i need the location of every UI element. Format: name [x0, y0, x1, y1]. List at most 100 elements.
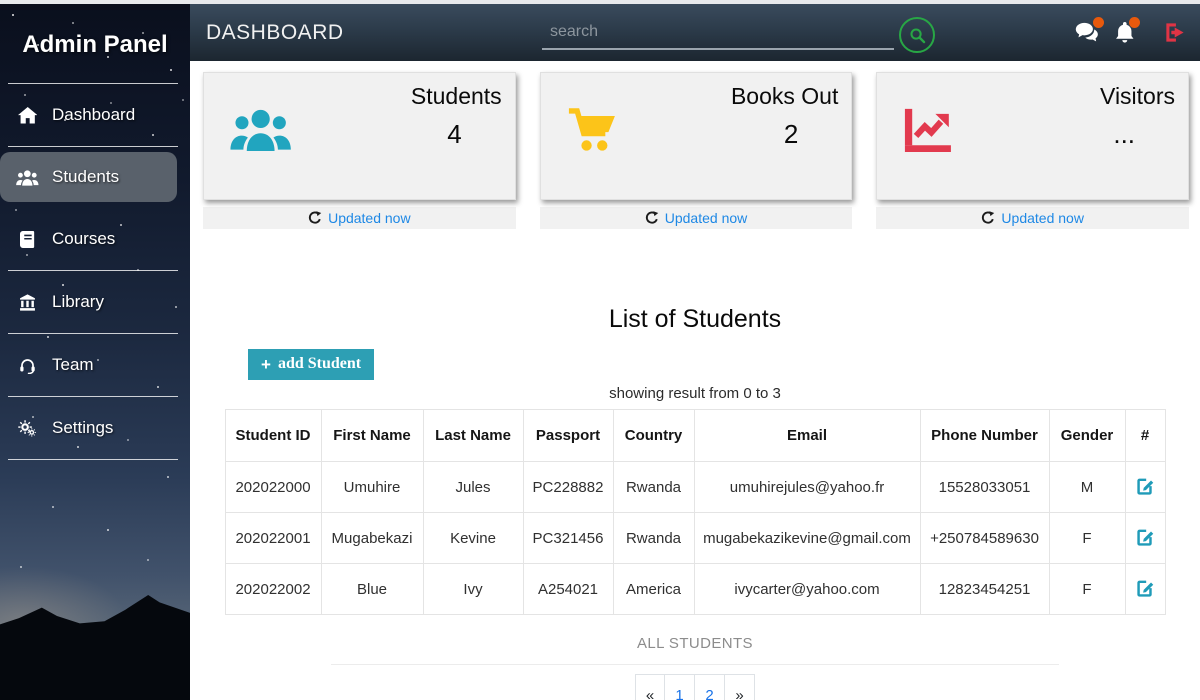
column-header: Phone Number [920, 410, 1049, 462]
table-cell: M [1049, 462, 1125, 513]
sidebar-item-courses[interactable]: Courses [0, 208, 190, 270]
column-header: Country [613, 410, 694, 462]
all-students-label: ALL STUDENTS [190, 635, 1200, 652]
card-title: Books Out [541, 73, 852, 110]
divider [8, 146, 178, 147]
sidebar-item-team[interactable]: Team [0, 334, 190, 396]
column-header: Student ID [225, 410, 321, 462]
sidebar-item-library[interactable]: Library [0, 271, 190, 333]
book-icon [15, 231, 40, 248]
students-table: Student IDFirst NameLast NamePassportCou… [225, 409, 1166, 615]
table-cell: PC228882 [523, 462, 613, 513]
search-icon [909, 27, 926, 44]
admin-app: Admin Panel Dashboard Students Courses Libr… [0, 4, 1200, 700]
logout-button[interactable] [1163, 21, 1186, 44]
page-prev[interactable]: « [635, 674, 665, 700]
logout-icon [1163, 21, 1186, 44]
table-cell: ivycarter@yahoo.com [694, 564, 920, 615]
page-2[interactable]: 2 [695, 674, 725, 700]
table-cell: 15528033051 [920, 462, 1049, 513]
card-footer: Updated now [540, 207, 853, 229]
section-heading: List of Students [190, 305, 1200, 334]
table-row: 202022000UmuhireJulesPC228882Rwandaumuhi… [225, 462, 1165, 513]
table-cell: +250784589630 [920, 513, 1049, 564]
users-icon [15, 169, 40, 186]
table-cell: 202022001 [225, 513, 321, 564]
table-cell: umuhirejules@yahoo.fr [694, 462, 920, 513]
table-cell: 202022000 [225, 462, 321, 513]
column-header: Passport [523, 410, 613, 462]
plus-icon: + [261, 356, 271, 373]
sidebar-item-label: Settings [52, 418, 113, 438]
topbar: DASHBOARD [190, 4, 1200, 61]
table-cell: A254021 [523, 564, 613, 615]
sidebar-item-label: Students [52, 167, 119, 187]
add-student-button[interactable]: + add Student [248, 349, 374, 380]
sidebar-item-dashboard[interactable]: Dashboard [0, 84, 190, 146]
stat-card-column: Books Out2 Updated now [540, 72, 853, 229]
table-cell-actions [1125, 564, 1165, 615]
card-title: Visitors [877, 73, 1188, 110]
refresh-icon [308, 211, 322, 225]
table-cell: 202022002 [225, 564, 321, 615]
table-cell: F [1049, 564, 1125, 615]
cogs-icon [15, 420, 40, 437]
sidebar-item-label: Dashboard [52, 105, 135, 125]
messages-button[interactable] [1075, 22, 1099, 43]
sidebar-nav: Dashboard Students Courses Library Team Setti… [0, 84, 190, 460]
edit-icon [1137, 483, 1154, 498]
stat-card: Visitors... [876, 72, 1189, 200]
page-1[interactable]: 1 [665, 674, 695, 700]
edit-student-button[interactable] [1135, 476, 1156, 497]
search-button[interactable] [899, 17, 935, 53]
table-cell: mugabekazikevine@gmail.com [694, 513, 920, 564]
table-cell-actions [1125, 513, 1165, 564]
main-content: Students4Updated nowBooks Out2Updated no… [190, 61, 1200, 700]
table-row: 202022001MugabekaziKevinePC321456Rwandam… [225, 513, 1165, 564]
notifications-button[interactable] [1115, 22, 1135, 44]
column-header: Gender [1049, 410, 1125, 462]
table-cell: PC321456 [523, 513, 613, 564]
add-student-label: add Student [278, 355, 361, 373]
stat-card-column: Visitors... Updated now [876, 72, 1189, 229]
column-header: First Name [321, 410, 423, 462]
sidebar-item-label: Library [52, 292, 104, 312]
table-cell: Rwanda [613, 513, 694, 564]
card-footer: Updated now [876, 207, 1189, 229]
sidebar-item-students[interactable]: Students [0, 152, 177, 202]
edit-student-button[interactable] [1135, 527, 1156, 548]
table-cell-actions [1125, 462, 1165, 513]
sidebar-item-settings[interactable]: Settings [0, 397, 190, 459]
page-next[interactable]: » [725, 674, 755, 700]
card-updated-link[interactable]: Updated now [328, 210, 411, 226]
stat-cards-row: Students4Updated nowBooks Out2 Updated no… [190, 61, 1200, 229]
table-cell: F [1049, 513, 1125, 564]
card-title: Students [204, 73, 515, 110]
university-icon [15, 294, 40, 311]
users-icon [230, 106, 291, 152]
notifications-badge [1129, 17, 1140, 28]
app-title: Admin Panel [0, 4, 190, 83]
stat-card-column: Students4Updated now [203, 72, 516, 229]
edit-student-button[interactable] [1135, 578, 1156, 599]
card-updated-link[interactable]: Updated now [1001, 210, 1084, 226]
chart-icon [903, 106, 953, 152]
table-cell: 12823454251 [920, 564, 1049, 615]
divider [8, 459, 178, 460]
search-input[interactable] [542, 16, 894, 50]
edit-icon [1137, 534, 1154, 549]
table-cell: Rwanda [613, 462, 694, 513]
page-title: DASHBOARD [206, 21, 344, 45]
headset-icon [15, 357, 40, 374]
stat-card: Books Out2 [540, 72, 853, 200]
table-cell: Jules [423, 462, 523, 513]
refresh-icon [981, 211, 995, 225]
table-header-row: Student IDFirst NameLast NamePassportCou… [225, 410, 1165, 462]
table-cell: America [613, 564, 694, 615]
table-row: 202022002BlueIvyA254021Americaivycarter@… [225, 564, 1165, 615]
cart-icon [567, 106, 617, 152]
messages-badge [1093, 17, 1104, 28]
sidebar-item-label: Courses [52, 229, 115, 249]
column-header: Email [694, 410, 920, 462]
card-updated-link[interactable]: Updated now [665, 210, 748, 226]
